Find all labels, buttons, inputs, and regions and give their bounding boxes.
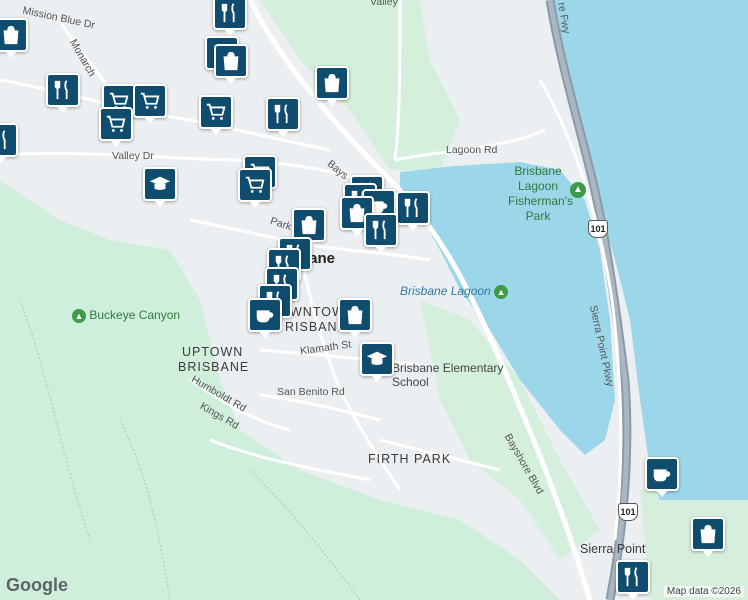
- fork-knife-icon: [372, 220, 386, 240]
- coffee-marker[interactable]: [248, 298, 282, 338]
- restaurant-marker[interactable]: [0, 123, 18, 163]
- park-tree-icon: ▲: [72, 308, 86, 323]
- shopping-bag-icon: [223, 51, 239, 71]
- shopping-marker[interactable]: [214, 44, 248, 84]
- shopping-marker[interactable]: [315, 66, 349, 106]
- coffee-cup-icon: [653, 469, 671, 482]
- label-downtown: WNTOW: [290, 305, 345, 319]
- fork-knife-icon: [624, 567, 638, 587]
- google-logo: Google: [6, 575, 68, 595]
- restaurant-marker[interactable]: [266, 97, 300, 137]
- restaurant-marker[interactable]: [396, 191, 430, 231]
- fork-knife-icon: [54, 80, 68, 100]
- fork-knife-icon: [2, 130, 6, 150]
- shopping-bag-icon: [324, 73, 340, 93]
- shopping-marker[interactable]: [0, 18, 28, 58]
- label-valley: Valley: [370, 0, 398, 8]
- highway-101-shield: 101: [588, 220, 608, 238]
- grocery-marker[interactable]: [238, 168, 272, 208]
- graduation-cap-icon: [149, 176, 171, 190]
- restaurant-marker[interactable]: [46, 73, 80, 113]
- fork-knife-icon: [404, 198, 418, 218]
- label-lagoon-rd: Lagoon Rd: [446, 144, 498, 156]
- school-marker[interactable]: [360, 342, 394, 382]
- label-valley-dr: Valley Dr: [112, 150, 154, 162]
- grocery-marker[interactable]: [133, 84, 167, 124]
- restaurant-marker[interactable]: [616, 560, 650, 600]
- graduation-cap-icon: [366, 351, 388, 365]
- shopping-cart-icon: [106, 115, 126, 132]
- shopping-cart-icon: [245, 176, 265, 193]
- label-brisbane-elementary-school: Brisbane Elementary School: [392, 361, 504, 389]
- shopping-bag-icon: [347, 305, 363, 325]
- label-sierra-point: Sierra Point: [580, 542, 646, 556]
- label-brisbane-lagoon: Brisbane Lagoon ▲: [400, 284, 509, 299]
- coffee-cup-icon: [256, 310, 274, 323]
- label-uptown: UPTOWN: [182, 345, 244, 359]
- fork-knife-icon: [221, 3, 235, 23]
- restaurant-marker[interactable]: [364, 213, 398, 253]
- school-marker[interactable]: [143, 167, 177, 207]
- label-firth-park: FIRTH PARK: [368, 452, 452, 466]
- shopping-bag-icon: [3, 25, 19, 45]
- shopping-cart-icon: [140, 92, 160, 109]
- label-lagoon-park: Brisbane Lagoon Fisherman's Park: [508, 164, 573, 223]
- grocery-marker[interactable]: [99, 107, 133, 147]
- shopping-marker[interactable]: [691, 517, 725, 557]
- highway-101-shield: 101: [618, 503, 638, 521]
- shopping-bag-icon: [301, 215, 317, 235]
- park-tree-icon: ▲: [494, 284, 509, 299]
- label-buckeye-canyon: ▲ Buckeye Canyon: [72, 308, 180, 323]
- grocery-marker[interactable]: [199, 95, 233, 135]
- park-tree-icon: ▲: [570, 182, 586, 198]
- coffee-marker[interactable]: [645, 457, 679, 497]
- restaurant-marker[interactable]: [213, 0, 247, 36]
- label-uptown-2: BRISBANE: [178, 360, 250, 374]
- shopping-bag-icon: [700, 524, 716, 544]
- fork-knife-icon: [274, 104, 288, 124]
- map-attribution[interactable]: Map data ©2026: [663, 586, 744, 597]
- label-san-benito-rd: San Benito Rd: [277, 386, 345, 398]
- shopping-marker[interactable]: [338, 298, 372, 338]
- shopping-cart-icon: [206, 103, 226, 120]
